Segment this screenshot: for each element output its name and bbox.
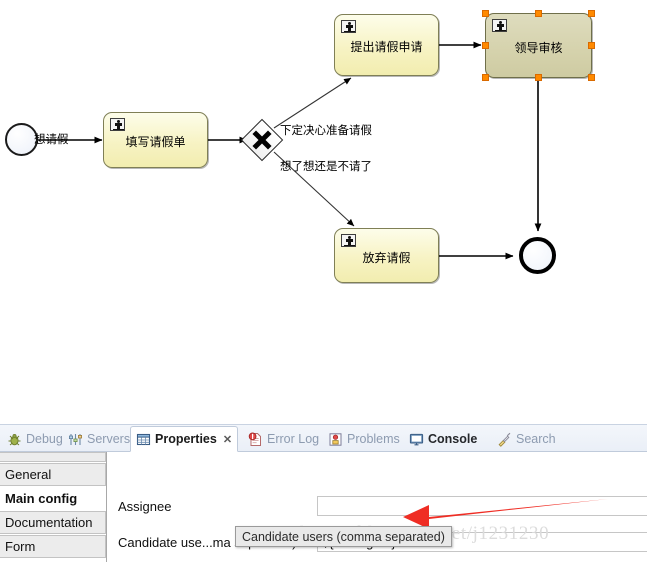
task-fill-form[interactable]: 填写请假单 [103, 112, 208, 168]
servers-icon [68, 432, 83, 447]
field-tooltip: Candidate users (comma separated) [235, 526, 452, 547]
error-log-icon [248, 432, 263, 447]
bug-icon [7, 432, 22, 447]
resize-handle-nw[interactable] [482, 10, 489, 17]
search-icon [497, 432, 512, 447]
tab-properties[interactable]: Properties ✕ [130, 426, 239, 452]
exclusive-gateway[interactable] [240, 118, 284, 162]
flow-label-start: 想请假 [34, 132, 69, 146]
properties-tab-list: General Main config Documentation Form [0, 452, 107, 562]
resize-handle-ne[interactable] [588, 10, 595, 17]
tab-console[interactable]: Console [404, 426, 482, 452]
tab-problems[interactable]: Problems [323, 426, 405, 452]
resize-handle-s[interactable] [535, 74, 542, 81]
bpmn-diagram-canvas[interactable]: 想请假 填写请假单 下定决心准备请假 想了想还是不请了 提出请假申请 领导审核 … [0, 0, 647, 424]
console-icon [409, 432, 424, 447]
task-leader-review-label: 领导审核 [514, 40, 563, 55]
view-tab-bar: Debug Servers Properties ✕ Error Log Pro… [0, 425, 647, 452]
user-task-icon [492, 19, 507, 32]
tab-properties-label: Properties [155, 431, 217, 446]
problems-icon [328, 432, 343, 447]
task-leader-review[interactable]: 领导审核 [485, 13, 592, 78]
tab-search-label: Search [516, 431, 556, 446]
properties-tab-spacer [0, 452, 106, 462]
properties-icon [136, 432, 151, 447]
assignee-label: Assignee [118, 499, 172, 514]
tab-servers-label: Servers [87, 431, 131, 446]
flow-label-decide-go: 下定决心准备请假 [280, 123, 372, 137]
properties-tab-main-config-label: Main config [5, 491, 78, 506]
tab-debug-label: Debug [26, 431, 63, 446]
flow-label-decide-stop: 想了想还是不请了 [280, 159, 372, 173]
tab-error-log[interactable]: Error Log [243, 426, 324, 452]
end-event[interactable] [519, 237, 556, 274]
tab-console-label: Console [428, 431, 478, 446]
task-submit-request[interactable]: 提出请假申请 [334, 14, 439, 76]
tab-error-log-label: Error Log [267, 431, 320, 446]
task-leader-review-selection[interactable]: 领导审核 [480, 8, 597, 83]
task-give-up-label: 放弃请假 [362, 250, 411, 265]
user-task-icon [341, 20, 356, 33]
gateway-diamond [240, 118, 284, 162]
resize-handle-se[interactable] [588, 74, 595, 81]
flow-gateway-to-submit [273, 77, 352, 129]
tab-problems-label: Problems [347, 431, 400, 446]
tab-debug[interactable]: Debug [2, 426, 68, 452]
resize-handle-w[interactable] [482, 42, 489, 49]
properties-tab-documentation-label: Documentation [5, 515, 93, 530]
task-fill-form-label: 填写请假单 [125, 134, 186, 149]
task-give-up[interactable]: 放弃请假 [334, 228, 439, 283]
eclipse-bpmn-editor-window: 想请假 填写请假单 下定决心准备请假 想了想还是不请了 提出请假申请 领导审核 … [0, 0, 647, 562]
resize-handle-n[interactable] [535, 10, 542, 17]
resize-handle-sw[interactable] [482, 74, 489, 81]
properties-tab-main-config[interactable]: Main config [0, 487, 106, 510]
assignee-field[interactable] [317, 496, 647, 516]
resize-handle-e[interactable] [588, 42, 595, 49]
user-task-icon [341, 234, 356, 247]
close-icon[interactable]: ✕ [223, 433, 232, 446]
tab-servers[interactable]: Servers [63, 426, 135, 452]
properties-tab-general-label: General [5, 467, 52, 482]
properties-tab-general[interactable]: General [0, 463, 106, 486]
properties-tab-form-label: Form [5, 539, 36, 554]
task-submit-request-label: 提出请假申请 [350, 39, 423, 54]
properties-tab-documentation[interactable]: Documentation [0, 511, 106, 534]
properties-tab-form[interactable]: Form [0, 535, 106, 558]
user-task-icon [110, 118, 125, 131]
tab-search[interactable]: Search [492, 426, 561, 452]
